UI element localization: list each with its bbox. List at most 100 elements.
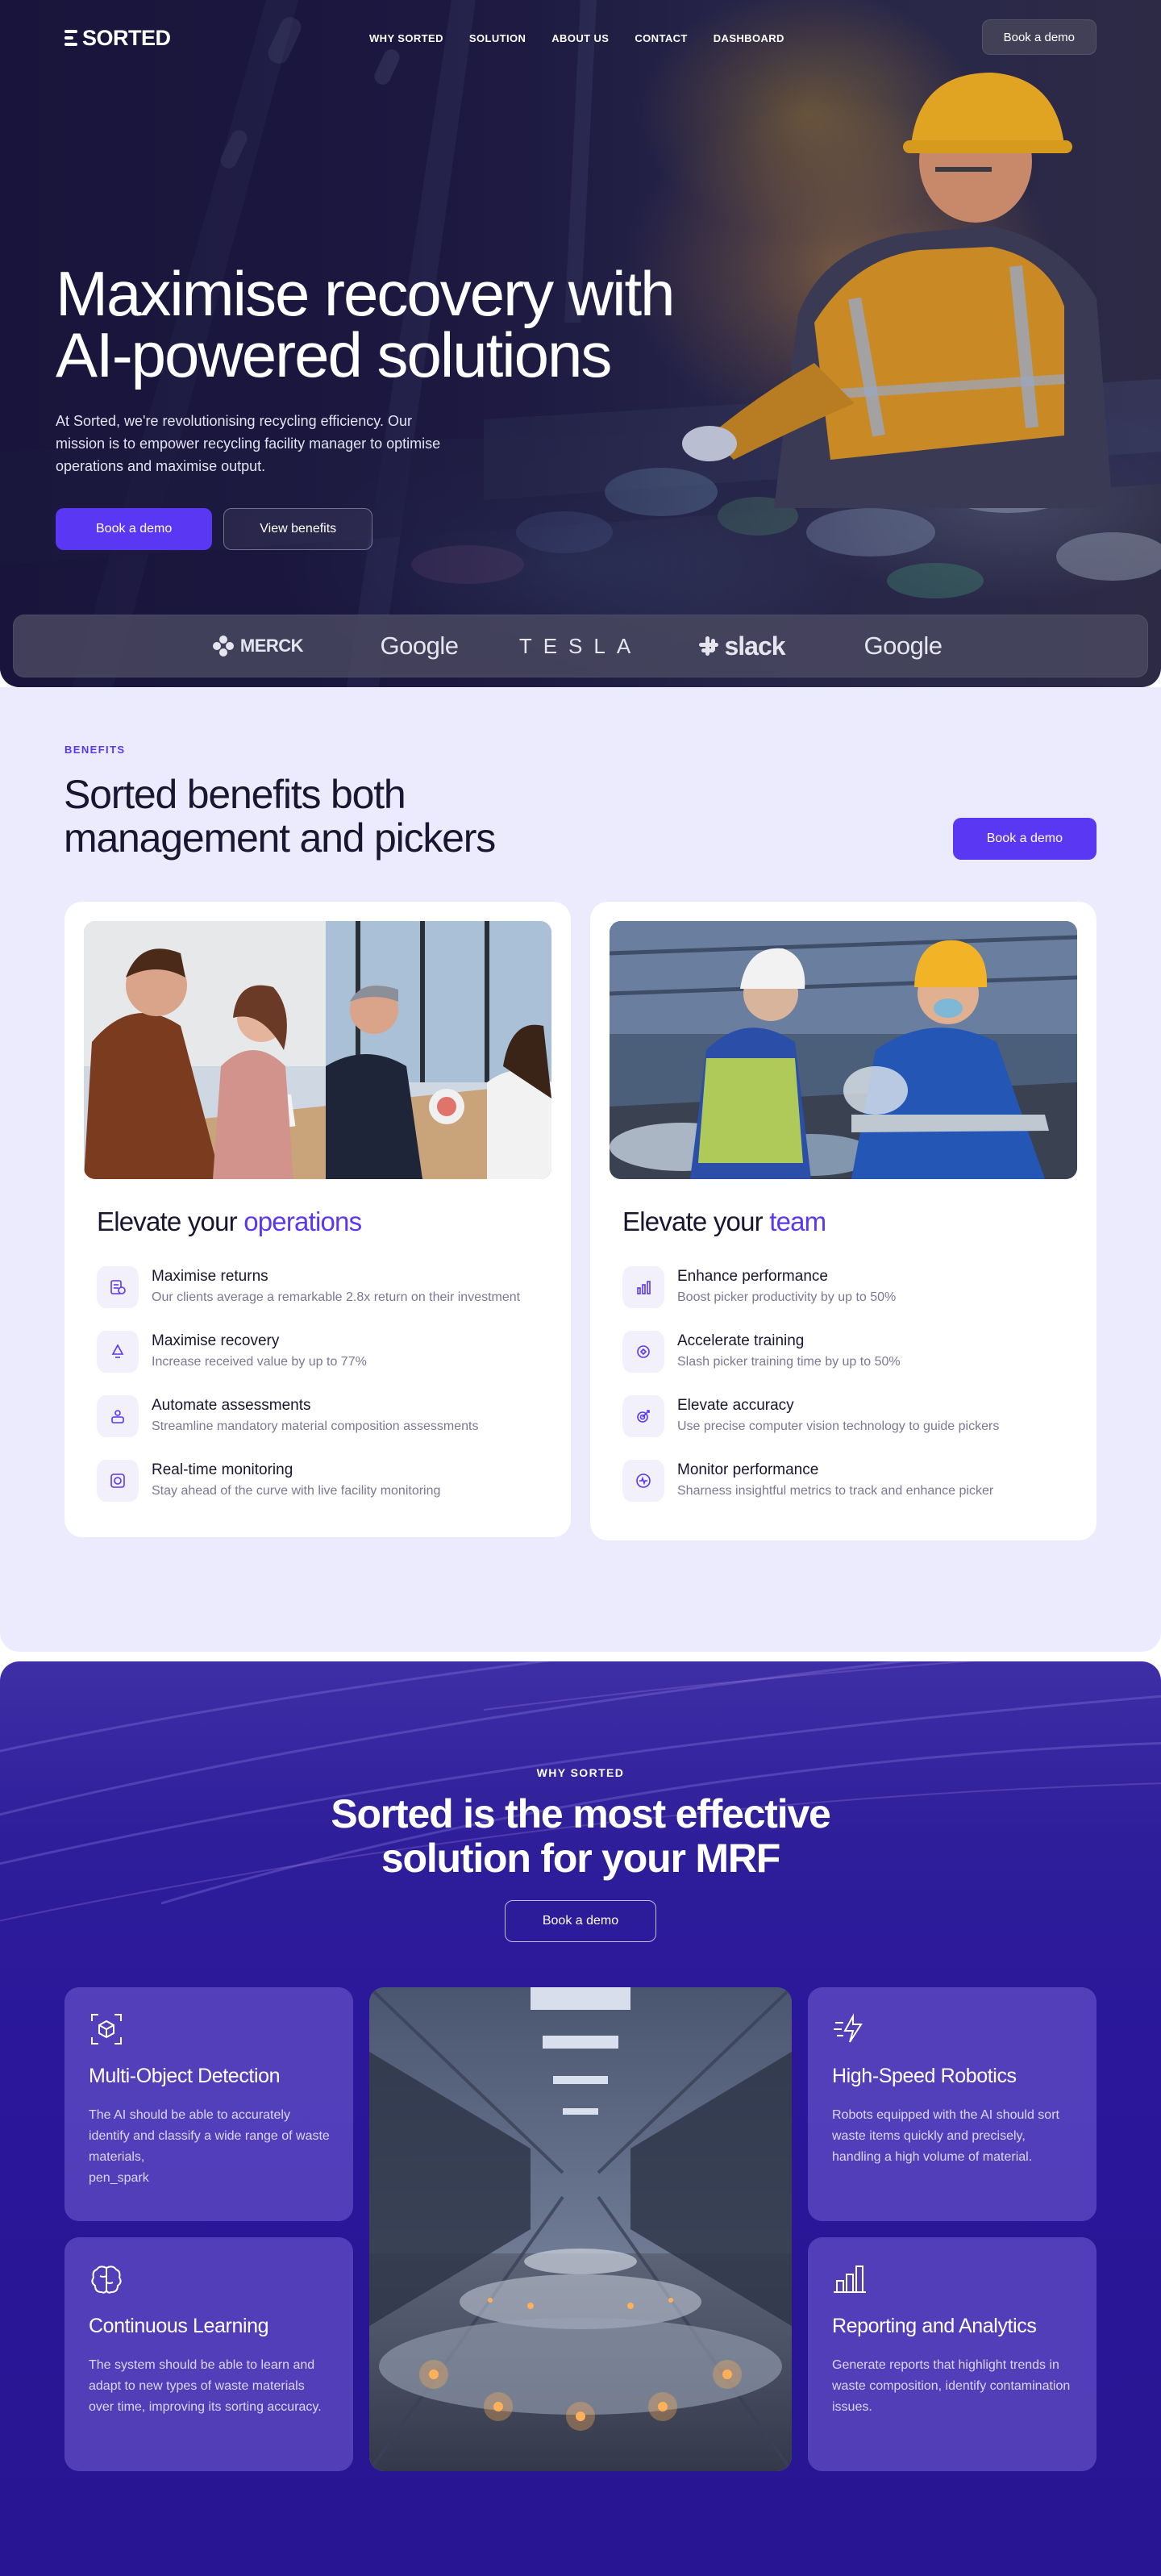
- hero-section: SORTED WHY SORTED SOLUTION ABOUT US CONT…: [0, 0, 1161, 687]
- hero-title: Maximise recovery with AI-powered soluti…: [56, 262, 749, 386]
- partner-logo-slack: slack: [661, 630, 822, 662]
- why-title-line2: solution for your MRF: [381, 1836, 780, 1881]
- feature-title: Reporting and Analytics: [832, 2315, 1037, 2337]
- nav-links: WHY SORTED SOLUTION ABOUT US CONTACT DAS…: [369, 32, 784, 44]
- team-card-heading: Elevate your team: [622, 1207, 826, 1237]
- feature-extra: pen_spark: [89, 2171, 149, 2185]
- heading-prefix: Elevate your: [97, 1207, 244, 1236]
- brain-icon: [91, 2265, 122, 2294]
- list-item: Monitor performance Sharness insightful …: [622, 1460, 1082, 1524]
- why-eyebrow: WHY SORTED: [536, 1766, 625, 1779]
- recycle-icon: [97, 1331, 139, 1373]
- hero-book-demo-button[interactable]: Book a demo: [56, 508, 213, 550]
- benefit-desc: Slash picker training time by up to 50%: [677, 1355, 901, 1369]
- team-card: Elevate your team Enhance performance Bo…: [590, 902, 1096, 1540]
- list-item: Enhance performance Boost picker product…: [622, 1266, 1082, 1331]
- benefits-title: Sorted benefits both management and pick…: [64, 773, 644, 860]
- hero-subtitle: At Sorted, we're revolutionising recycli…: [56, 413, 441, 474]
- target-icon: [622, 1395, 664, 1437]
- benefits-book-demo-button[interactable]: Book a demo: [952, 818, 1096, 860]
- heading-accent: operations: [243, 1207, 362, 1236]
- monitoring-icon: [97, 1460, 139, 1502]
- why-book-demo-button[interactable]: Book a demo: [505, 1900, 656, 1942]
- benefit-title: Real-time monitoring: [152, 1461, 293, 1478]
- top-nav: SORTED WHY SORTED SOLUTION ABOUT US CONT…: [64, 19, 1096, 56]
- logo-mark-icon: [64, 30, 77, 46]
- benefit-desc: Streamline mandatory material compositio…: [152, 1419, 479, 1433]
- pickers-photo: [610, 921, 1077, 1179]
- partner-logo-bar: MERCK Google TESLA slack Google: [13, 615, 1148, 677]
- feature-desc: The system should be able to learn and a…: [89, 2358, 322, 2414]
- merck-icon: [212, 636, 234, 657]
- partner-logo-google: Google: [863, 631, 943, 660]
- list-item: Real-time monitoring Stay ahead of the c…: [97, 1460, 556, 1524]
- benefit-title: Monitor performance: [677, 1461, 819, 1478]
- benefit-title: Maximise recovery: [152, 1332, 280, 1349]
- training-icon: [622, 1331, 664, 1373]
- benefit-desc: Increase received value by up to 77%: [152, 1355, 367, 1369]
- feature-desc: Generate reports that highlight trends i…: [832, 2358, 1071, 2414]
- feature-card-reporting-analytics: Reporting and Analytics Generate reports…: [808, 2237, 1096, 2471]
- bar-chart-icon: [622, 1266, 664, 1308]
- list-item: Maximise recovery Increase received valu…: [97, 1331, 556, 1395]
- fast-bolt-icon: [834, 2013, 863, 2043]
- benefits-title-line2: management and pickers: [64, 815, 496, 861]
- benefit-desc: Sharness insightful metrics to track and…: [677, 1484, 994, 1498]
- feature-desc: Robots equipped with the AI should sort …: [832, 2108, 1059, 2164]
- benefits-section: BENEFITS Sorted benefits both management…: [0, 687, 1161, 1652]
- hero-title-line1: Maximise recovery with: [56, 258, 676, 329]
- brand-logo[interactable]: SORTED: [64, 26, 171, 51]
- list-item: Elevate accuracy Use precise computer vi…: [622, 1395, 1082, 1460]
- benefit-title: Automate assessments: [152, 1397, 311, 1414]
- heading-accent: team: [769, 1207, 826, 1236]
- nav-link-about-us[interactable]: ABOUT US: [551, 32, 609, 44]
- operations-benefit-list: Maximise returns Our clients average a r…: [97, 1266, 556, 1524]
- nav-link-dashboard[interactable]: DASHBOARD: [714, 32, 784, 44]
- facility-photo: [369, 1987, 792, 2471]
- nav-link-why-sorted[interactable]: WHY SORTED: [369, 32, 443, 44]
- hero-title-line2: AI-powered solutions: [56, 319, 612, 390]
- feature-title: High-Speed Robotics: [832, 2065, 1017, 2087]
- hero-actions: Book a demo View benefits: [56, 508, 373, 550]
- benefit-desc: Boost picker productivity by up to 50%: [677, 1290, 897, 1304]
- benefits-title-line1: Sorted benefits both: [64, 772, 406, 817]
- benefit-desc: Our clients average a remarkable 2.8x re…: [152, 1290, 521, 1304]
- brand-name: SORTED: [82, 25, 171, 50]
- why-sorted-section: WHY SORTED Sorted is the most effective …: [0, 1661, 1161, 2576]
- benefits-eyebrow: BENEFITS: [64, 744, 126, 756]
- meeting-photo: [84, 921, 551, 1179]
- operations-card: Elevate your operations Maximise returns…: [64, 902, 571, 1537]
- list-item: Accelerate training Slash picker trainin…: [622, 1331, 1082, 1395]
- feature-card-high-speed-robotics: High-Speed Robotics Robots equipped with…: [808, 1987, 1096, 2221]
- partner-name: slack: [724, 631, 785, 661]
- feature-card-continuous-learning: Continuous Learning The system should be…: [64, 2237, 353, 2471]
- benefit-title: Enhance performance: [677, 1268, 828, 1285]
- feature-title: Multi-Object Detection: [89, 2065, 281, 2087]
- slack-icon: [699, 636, 719, 656]
- view-benefits-button[interactable]: View benefits: [223, 508, 373, 550]
- team-benefit-list: Enhance performance Boost picker product…: [622, 1266, 1082, 1524]
- list-item: Automate assessments Streamline mandator…: [97, 1395, 556, 1460]
- bar-chart-icon: [834, 2265, 866, 2293]
- feature-desc-text: The AI should be able to accurately iden…: [89, 2108, 330, 2164]
- cube-scan-icon: [91, 2014, 122, 2045]
- why-title-line1: Sorted is the most effective: [331, 1791, 831, 1836]
- nav-link-solution[interactable]: SOLUTION: [469, 32, 526, 44]
- pulse-icon: [622, 1460, 664, 1502]
- nav-book-demo-button[interactable]: Book a demo: [981, 19, 1096, 55]
- partner-logo-tesla: TESLA: [518, 633, 643, 658]
- operations-card-heading: Elevate your operations: [97, 1207, 362, 1237]
- benefit-desc: Use precise computer vision technology t…: [677, 1419, 1000, 1433]
- feature-title: Continuous Learning: [89, 2315, 269, 2337]
- nav-link-contact[interactable]: CONTACT: [635, 32, 687, 44]
- benefit-title: Elevate accuracy: [677, 1397, 794, 1414]
- partner-logo-google: Google: [380, 631, 459, 660]
- returns-icon: [97, 1266, 139, 1308]
- benefit-desc: Stay ahead of the curve with live facili…: [152, 1484, 441, 1498]
- list-item: Maximise returns Our clients average a r…: [97, 1266, 556, 1331]
- feature-card-multi-object-detection: Multi-Object Detection The AI should be …: [64, 1987, 353, 2221]
- heading-prefix: Elevate your: [622, 1207, 770, 1236]
- benefit-title: Accelerate training: [677, 1332, 805, 1349]
- partner-name: MERCK: [239, 636, 304, 656]
- assessment-icon: [97, 1395, 139, 1437]
